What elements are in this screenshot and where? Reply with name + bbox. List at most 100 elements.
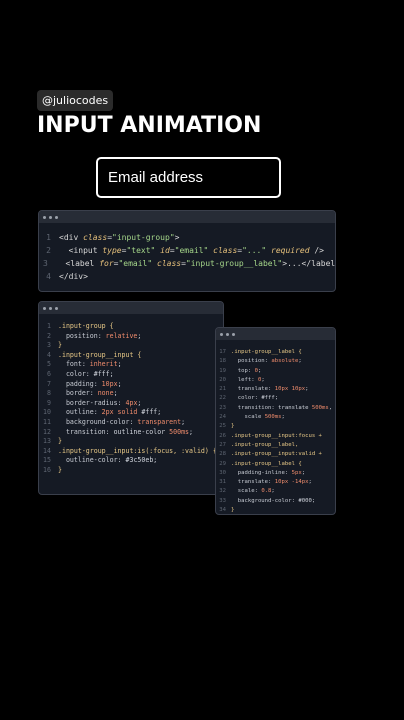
line-number: 30 <box>219 469 226 476</box>
line-number: 4 <box>46 272 51 281</box>
code-text: .input-group__label, <box>231 441 299 448</box>
code-line: 20 left: 0; <box>219 376 335 385</box>
code-line: 31 translate: 10px -14px; <box>219 478 335 487</box>
code-text: scale: 0.8; <box>231 488 275 495</box>
line-number: 15 <box>43 456 51 465</box>
line-number: 9 <box>47 398 51 407</box>
html-code-block: 1 <div class="input-group"> 2 <input type=… <box>39 223 335 283</box>
line-number: 23 <box>219 404 226 411</box>
line-number: 3 <box>47 341 51 350</box>
line-number: 25 <box>219 423 226 430</box>
line-number: 12 <box>43 427 51 436</box>
code-line: 32 scale: 0.8; <box>219 487 335 496</box>
line-number: 5 <box>47 360 51 369</box>
line-number: 1 <box>47 322 51 330</box>
code-line: 30 padding-inline: 5px; <box>219 469 335 478</box>
css-code-block-2: 17 .input-group__label { 18 position: abso… <box>216 340 335 514</box>
code-line: 4 .input-group__input { <box>43 351 223 361</box>
code-line: 16} <box>43 466 223 476</box>
line-number: 7 <box>47 379 51 388</box>
line-number: 26 <box>219 432 226 439</box>
window-dot-icon <box>43 306 46 310</box>
code-line: 1 <div class="input-group"> <box>43 231 335 244</box>
line-number: 18 <box>219 358 226 365</box>
line-number: 17 <box>219 349 226 355</box>
code-text: outline-color: #3c50eb; <box>58 456 158 465</box>
code-line: 7 padding: 10px; <box>43 380 223 390</box>
code-line: 13} <box>43 437 223 447</box>
window-dot-icon <box>43 215 46 219</box>
code-text: .input-group__input:focus + <box>231 432 322 439</box>
line-number: 28 <box>219 451 226 458</box>
code-text: .input-group__input:valid + <box>231 451 322 458</box>
code-line: 9 border-radius: 4px; <box>43 399 223 409</box>
code-line: 27 .input-group__label, <box>219 441 335 450</box>
window-dot-icon <box>49 306 52 310</box>
code-text: border: none; <box>58 389 118 398</box>
code-text: position: absolute; <box>231 358 302 365</box>
code-text: top: 0; <box>231 367 262 374</box>
code-text: <label for="email" class="input-group__l… <box>55 259 336 268</box>
code-line: 14 .input-group__input:is(:focus, :valid)… <box>43 447 223 457</box>
code-line: 28 .input-group__input:valid + <box>219 450 335 459</box>
line-number: 11 <box>43 417 51 426</box>
code-text: scale 500ms; <box>231 414 285 421</box>
line-number: 27 <box>219 441 226 448</box>
code-line: 34} <box>219 506 335 514</box>
code-line: 10 outline: 2px solid #fff; <box>43 408 223 418</box>
line-number: 31 <box>219 479 226 486</box>
line-number: 2 <box>46 246 51 255</box>
code-line: 15 outline-color: #3c50eb; <box>43 456 223 466</box>
window-dot-icon <box>226 332 229 336</box>
code-text: <div class="input-group"> <box>59 233 180 242</box>
line-number: 2 <box>47 331 51 340</box>
line-number: 10 <box>43 408 51 417</box>
line-number: 34 <box>219 507 226 514</box>
code-text: padding-inline: 5px; <box>231 469 306 476</box>
line-number: 33 <box>219 497 226 504</box>
line-number: 14 <box>43 446 51 455</box>
window-dot-icon <box>220 332 223 336</box>
code-line: 18 position: absolute; <box>219 357 335 366</box>
window-controls <box>39 302 223 314</box>
code-line: 23 transition: translate 500ms, <box>219 404 335 413</box>
line-number: 4 <box>47 350 51 359</box>
line-number: 21 <box>219 386 226 393</box>
code-text: .input-group__label { <box>231 460 302 467</box>
code-text: transition: outline-color 500ms; <box>58 427 193 436</box>
code-line: 25} <box>219 422 335 431</box>
code-text: background-color: #000; <box>231 497 316 504</box>
html-code-panel: 1 <div class="input-group"> 2 <input type=… <box>38 210 336 292</box>
window-dot-icon <box>55 306 58 310</box>
code-line: 5 font: inherit; <box>43 360 223 370</box>
code-text: <input type="text" id="email" class="...… <box>59 246 324 255</box>
code-line: 4 </div> <box>43 270 335 283</box>
code-line: 24 scale 500ms; <box>219 413 335 422</box>
code-text: .input-group__input:is(:focus, :valid) { <box>58 446 217 455</box>
code-text: } <box>58 341 62 350</box>
code-line: 29 .input-group__label { <box>219 460 335 469</box>
code-line: 21 translate: 10px 10px; <box>219 385 335 394</box>
email-input-demo[interactable]: Email address <box>96 157 281 198</box>
code-text: } <box>58 437 62 446</box>
css-code-panel-1: 1 .input-group {2 position: relative; 3} 4.… <box>38 301 224 495</box>
code-line: 3 <label for="email" class="input-group_… <box>43 257 335 270</box>
line-number: 3 <box>43 259 48 268</box>
line-number: 16 <box>43 465 51 474</box>
code-text: translate: 10px -14px; <box>231 479 312 486</box>
window-controls <box>39 211 335 223</box>
code-text: outline: 2px solid #fff; <box>58 408 162 417</box>
code-line: 22 color: #fff; <box>219 394 335 403</box>
code-line: 1 .input-group { <box>43 322 223 332</box>
css-code-block-1: 1 .input-group {2 position: relative; 3} 4.… <box>39 314 223 476</box>
code-text: font: inherit; <box>58 360 122 369</box>
code-text: } <box>231 423 235 430</box>
code-text: .input-group__label { <box>231 349 302 355</box>
line-number: 32 <box>219 488 226 495</box>
code-line: 12 transition: outline-color 500ms; <box>43 428 223 438</box>
code-line: 17 .input-group__label { <box>219 348 335 357</box>
code-text: left: 0; <box>231 376 265 383</box>
author-handle: @juliocodes <box>37 90 114 111</box>
window-dot-icon <box>49 215 52 219</box>
code-text: .input-group { <box>58 322 114 330</box>
